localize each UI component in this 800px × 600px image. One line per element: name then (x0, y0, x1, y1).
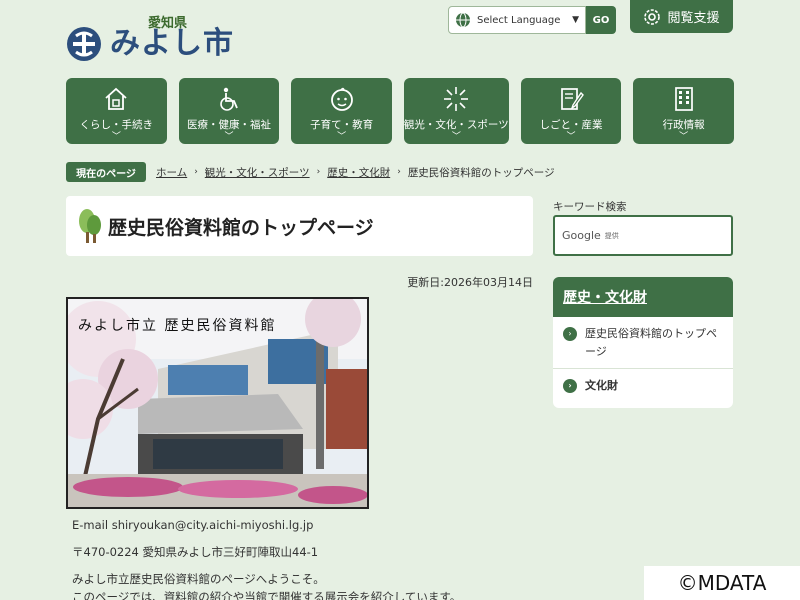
tree-icon (79, 209, 101, 243)
nav-label: 子育て・教育 (310, 119, 374, 131)
house-icon (105, 87, 127, 110)
nav-label: しごと・産業 (539, 119, 603, 131)
chevron-down-icon: ﹀ (337, 132, 347, 142)
nav-item-living[interactable]: くらし・手続き ﹀ (66, 78, 167, 144)
keyword-search-input[interactable]: Google 提供 (553, 215, 733, 256)
chevron-right-icon: › (397, 167, 401, 177)
search-label: キーワード検索 (553, 201, 627, 213)
assist-label: 閲覧支援 (667, 11, 720, 26)
globe-icon (456, 12, 470, 28)
chevron-right-icon: › (563, 379, 577, 393)
sidebar-section-title[interactable]: 歴史・文化財 (553, 277, 733, 317)
breadcrumb: ホーム › 観光・文化・スポーツ › 歴史・文化財 › 歴史民俗資料館のトップペ… (156, 162, 555, 182)
chevron-down-icon: ﹀ (451, 132, 461, 142)
page-title: 歴史民俗資料館のトップページ (108, 216, 374, 239)
nav-label: 医療・健康・福祉 (186, 119, 271, 131)
nav-item-work[interactable]: しごと・産業 ﹀ (520, 78, 622, 144)
address: 〒470-0224 愛知県みよし市三好町陣取山44-1 (72, 545, 319, 559)
chevron-down-icon: ﹀ (224, 132, 234, 142)
global-nav: くらし・手続き ﹀ 医療・健康・福祉 ﹀ 子育て・教育 ﹀ 観光・文化・スポーツ… (66, 78, 734, 144)
museum-photo: みよし市立 歴史民俗資料館 (66, 297, 369, 509)
breadcrumb-home[interactable]: ホーム (156, 165, 187, 180)
gear-icon (644, 8, 661, 25)
city-emblem-icon (67, 27, 101, 61)
nav-item-tourism[interactable]: 観光・文化・スポーツ ﹀ (403, 78, 509, 144)
chevron-right-icon: › (316, 167, 321, 177)
current-page-badge: 現在のページ (66, 162, 146, 182)
firework-icon (444, 87, 469, 111)
accessibility-assist-button[interactable]: 閲覧支援 (630, 0, 733, 33)
sidebar-link-label: 文化財 (585, 379, 618, 392)
nav-label: 観光・文化・スポーツ (403, 119, 509, 131)
language-select[interactable]: Select Language ▼ (448, 6, 586, 34)
document-pen-icon (561, 88, 584, 110)
language-select-value: Select Language (477, 14, 561, 26)
chevron-right-icon: › (563, 327, 577, 341)
baby-face-icon (330, 87, 353, 111)
sidebar-section: 歴史・文化財 › 歴史民俗資料館のトップページ › 文化財 (553, 277, 733, 408)
nav-label: 行政情報 (662, 119, 705, 131)
photo-caption: みよし市立 歴史民俗資料館 (78, 318, 277, 334)
google-brand: Google (562, 229, 601, 242)
sidebar-link-label: 歴史民俗資料館のトップページ (585, 327, 717, 358)
building-icon (674, 87, 693, 111)
sidebar-link-cultural-assets[interactable]: › 文化財 (553, 369, 733, 403)
city-name: みよし市 (110, 26, 234, 61)
page-title-box: 歴史民俗資料館のトップページ (66, 196, 533, 256)
updated-date: 更新日:2026年03月14日 (407, 276, 533, 289)
caret-down-icon: ▼ (572, 15, 579, 25)
google-brand-note: 提供 (604, 231, 619, 240)
nav-item-childcare[interactable]: 子育て・教育 ﹀ (291, 78, 392, 144)
wheelchair-icon (220, 87, 238, 111)
sidebar-link-museum-top[interactable]: › 歴史民俗資料館のトップページ (553, 317, 733, 369)
nav-item-administration[interactable]: 行政情報 ﹀ (633, 78, 734, 144)
nav-label: くらし・手続き (79, 119, 154, 131)
breadcrumb-current: 歴史民俗資料館のトップページ (407, 166, 555, 179)
contact-email[interactable]: E-mail shiryoukan@city.aichi-miyoshi.lg.… (72, 518, 313, 532)
welcome-text: みよし市立歴史民俗資料館のページへようこそ。 (72, 572, 325, 586)
city-logo[interactable]: 愛知県 みよし市 (66, 10, 246, 66)
chevron-down-icon: ﹀ (566, 132, 576, 142)
chevron-down-icon: ﹀ (679, 132, 689, 142)
nav-item-health[interactable]: 医療・健康・福祉 ﹀ (178, 78, 280, 144)
chevron-right-icon: › (194, 167, 198, 177)
watermark: ©MDATA (644, 566, 800, 600)
chevron-down-icon: ﹀ (111, 132, 121, 142)
breadcrumb-history[interactable]: 歴史・文化財 (327, 165, 390, 180)
intro-text: このページでは、資料館の紹介や当館で開催する展示会を紹介しています。 (72, 590, 462, 600)
breadcrumb-tourism[interactable]: 観光・文化・スポーツ (205, 165, 310, 180)
go-button[interactable]: GO (586, 6, 616, 34)
